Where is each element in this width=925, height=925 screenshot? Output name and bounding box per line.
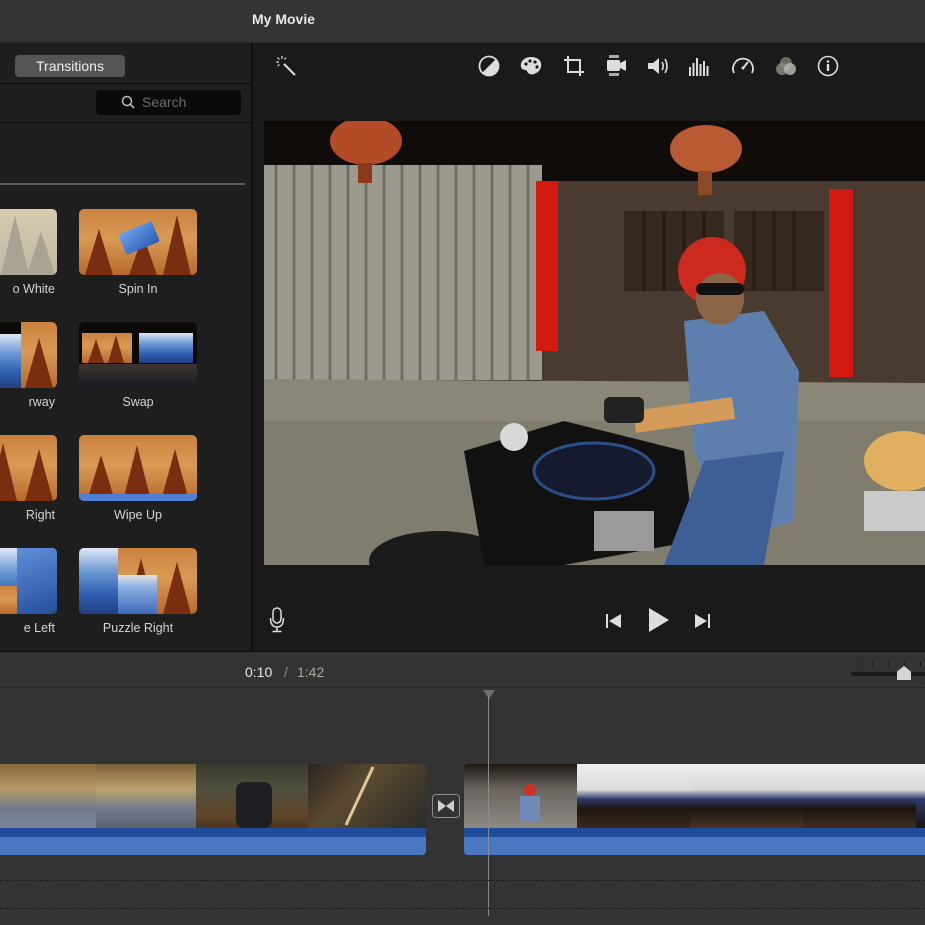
clip-frame <box>0 764 96 828</box>
playhead[interactable] <box>488 696 489 916</box>
clip-filter-icon[interactable] <box>773 53 799 79</box>
divider <box>0 83 253 84</box>
audio-waveform <box>0 828 426 855</box>
current-time: 0:10 <box>245 664 273 680</box>
video-frame-image <box>264 121 925 565</box>
video-preview[interactable] <box>264 121 925 565</box>
transition-spin-in[interactable]: Spin In <box>79 209 197 296</box>
transition-label: Right <box>25 508 55 522</box>
transition-label: Spin In <box>118 282 158 296</box>
zoom-knob[interactable] <box>897 666 911 680</box>
transition-doorway[interactable]: rway <box>0 322 57 409</box>
track-divider <box>0 908 925 909</box>
info-icon[interactable] <box>815 53 841 79</box>
play-icon[interactable] <box>646 607 670 638</box>
search-placeholder: Search <box>142 94 187 110</box>
track-divider <box>0 880 925 881</box>
thumbnail <box>0 548 57 614</box>
thumbnail <box>0 435 57 501</box>
thumbnail <box>79 209 197 275</box>
divider <box>0 122 253 123</box>
transitions-browser: Transitions Search o White Spin In rway … <box>0 43 253 651</box>
viewer <box>255 43 925 651</box>
time-separator: / <box>284 664 288 680</box>
crop-icon[interactable] <box>561 53 587 79</box>
equalizer-icon[interactable] <box>687 53 713 79</box>
tab-transitions-label: Transitions <box>36 58 104 74</box>
transition-wipe-up[interactable]: Wipe Up <box>79 435 197 522</box>
clip-frame <box>690 764 803 828</box>
playhead-handle[interactable] <box>483 690 495 699</box>
total-time: 1:42 <box>297 664 325 680</box>
clip-frame <box>577 764 690 828</box>
transition-label: e Left <box>23 621 55 635</box>
thumbnail <box>0 209 57 275</box>
transition-label: rway <box>28 395 55 409</box>
clip-frame <box>464 764 577 828</box>
search-icon <box>121 95 135 109</box>
thumbnail <box>79 548 197 614</box>
tab-transitions[interactable]: Transitions <box>15 55 125 77</box>
transition-label: Wipe Up <box>114 508 162 522</box>
volume-icon[interactable] <box>645 53 671 79</box>
clip-filmstrip <box>0 764 426 828</box>
transition-wipe-right[interactable]: Right <box>0 435 57 522</box>
transition-button[interactable] <box>432 794 460 818</box>
clip-frame <box>196 764 308 828</box>
color-correction-icon[interactable] <box>518 53 544 79</box>
title-bar: My Movie <box>0 0 925 43</box>
transition-puzzle-left[interactable]: e Left <box>0 548 57 635</box>
thumbnail <box>79 322 197 388</box>
audio-waveform <box>464 828 925 855</box>
timeline-clip[interactable] <box>464 764 925 855</box>
skip-forward-icon[interactable] <box>693 612 711 635</box>
magic-wand-icon[interactable] <box>273 53 299 79</box>
imovie-window: My Movie Transitions Search o White Spin… <box>0 0 925 925</box>
transition-swap[interactable]: Swap <box>79 322 197 409</box>
thumbnail <box>79 435 197 501</box>
transition-puzzle-right[interactable]: Puzzle Right <box>79 548 197 635</box>
stabilization-icon[interactable] <box>603 53 629 79</box>
section-divider <box>0 183 245 185</box>
clip-frame <box>96 764 196 828</box>
timeline: 0:10 / 1:42 <box>0 651 925 925</box>
skip-back-icon[interactable] <box>605 612 623 635</box>
timeline-clip[interactable] <box>0 764 426 855</box>
cross-dissolve-icon <box>438 800 454 812</box>
zoom-track[interactable] <box>851 672 925 676</box>
window-title: My Movie <box>252 11 316 27</box>
clip-frame <box>803 764 916 828</box>
color-balance-icon[interactable] <box>476 53 502 79</box>
search-input[interactable]: Search <box>96 90 241 115</box>
clip-frame <box>308 764 426 828</box>
ruler-divider <box>0 687 925 688</box>
clip-frame <box>916 764 925 828</box>
transition-label: Swap <box>122 395 154 409</box>
clip-filmstrip <box>464 764 925 828</box>
transition-label: Puzzle Right <box>102 621 174 635</box>
transition-label: o White <box>12 282 55 296</box>
transition-fade-to-white[interactable]: o White <box>0 209 57 296</box>
microphone-icon[interactable] <box>269 607 285 638</box>
thumbnail <box>0 322 57 388</box>
speed-icon[interactable] <box>730 53 756 79</box>
